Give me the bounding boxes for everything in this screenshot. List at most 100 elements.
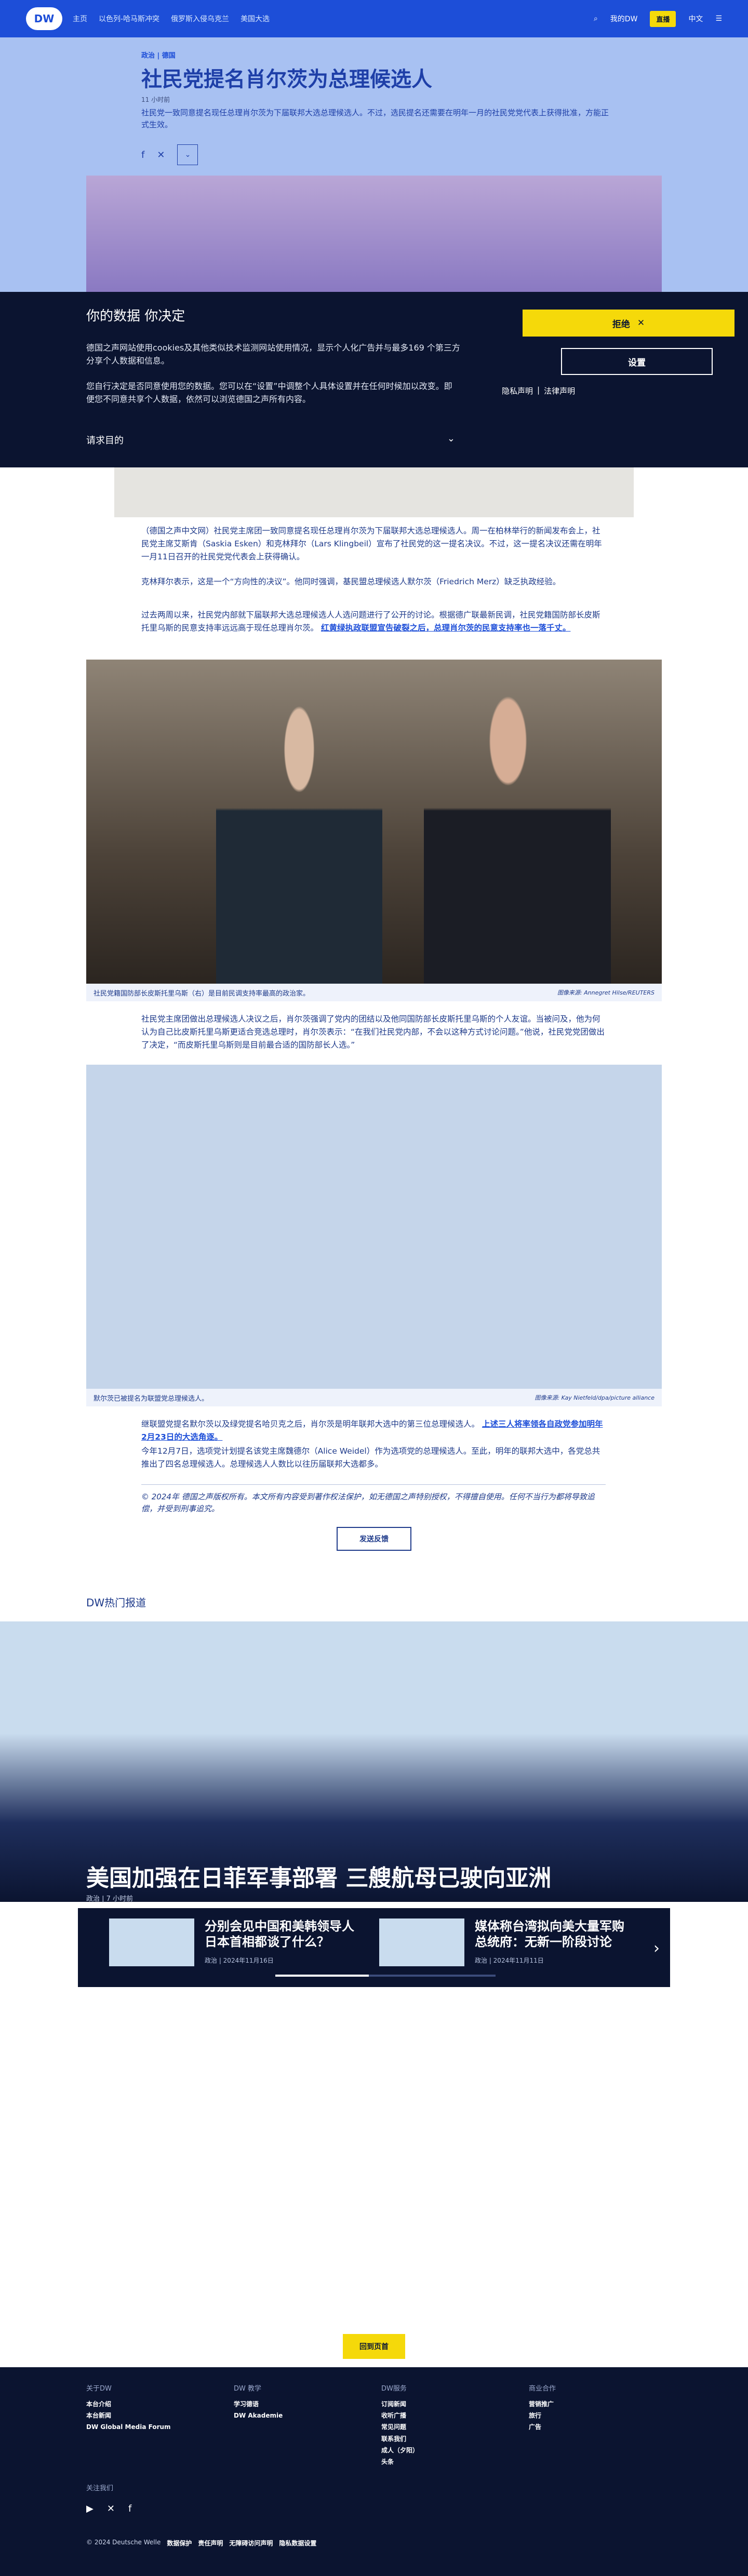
- footer-link[interactable]: DW Akademie: [234, 2410, 283, 2421]
- article-paragraph-1: （德国之声中文网）社民党主席团一致同意提名现任总理肖尔茨为下届联邦大选总理候选人…: [141, 526, 602, 561]
- footer-col-title: DW服务: [381, 2385, 407, 2393]
- purposes-toggle[interactable]: 请求目的 ⌄: [86, 433, 455, 447]
- footer-col-title: 关于DW: [86, 2385, 112, 2393]
- footer-link[interactable]: 旅行: [529, 2410, 556, 2421]
- footer-col-about: 关于DW 本台介绍 本台新闻 DW Global Media Forum: [86, 2383, 171, 2433]
- nav-link-election[interactable]: 美国大选: [241, 14, 270, 24]
- footer-bottom-link[interactable]: 责任声明: [198, 2539, 223, 2547]
- article-paragraph-3: 过去两周以来，社民党内部就下届联邦大选总理候选人人选问题进行了公开的讨论。根据德…: [141, 609, 606, 635]
- x-icon[interactable]: ✕: [157, 150, 165, 160]
- feedback-button[interactable]: 发送反馈: [337, 1527, 411, 1551]
- footer-link[interactable]: 头条: [381, 2456, 419, 2467]
- live-button[interactable]: 直播: [650, 10, 676, 27]
- consent-title: 你的数据 你决定: [86, 308, 185, 324]
- article-paragraph-2: 克林拜尔表示，这是一个“方向性的决议”。他同时强调，基民盟总理候选人默尔茨（Fr…: [141, 577, 561, 586]
- article-paragraph-5: 继联盟党提名默尔茨以及绿党提名哈贝克之后，肖尔茨是明年联邦大选中的第三位总理候选…: [141, 1418, 606, 1444]
- cookie-consent-banner: 你的数据 你决定 德国之声网站使用cookies及其他类似技术监测网站使用情况，…: [0, 292, 748, 467]
- chevron-right-icon[interactable]: ›: [653, 1939, 660, 1957]
- footer-link[interactable]: 广告: [529, 2421, 556, 2433]
- person-pistorius: [424, 680, 611, 984]
- facebook-icon[interactable]: f: [128, 2503, 131, 2514]
- legal-separator: |: [537, 385, 540, 395]
- nav-link-home[interactable]: 主页: [73, 14, 87, 24]
- footer-link[interactable]: 成人（夕阳）: [381, 2445, 419, 2456]
- carousel-progress-fill: [275, 1975, 369, 1977]
- footer-col-services: DW服务 订阅新闻 收听广播 常见问题 联系我们 成人（夕阳） 头条: [381, 2383, 419, 2467]
- footer-bottom-link[interactable]: 数据保护: [167, 2539, 192, 2547]
- image-caption-1: 社民党籍国防部长皮斯托里乌斯（右）是目前民调支持率最高的政治家。 图像来源: A…: [86, 984, 662, 1001]
- nav-link-ukraine[interactable]: 俄罗斯入侵乌克兰: [171, 14, 229, 24]
- close-icon: ✕: [637, 318, 645, 328]
- top-navigation: DW 主页 以色列-哈马斯冲突 俄罗斯入侵乌克兰 美国大选 ⌕ 我的DW 直播 …: [0, 0, 748, 37]
- footer-col-business: 商业合作 营销推广 旅行 广告: [529, 2383, 556, 2433]
- consent-text-1: 德国之声网站使用cookies及其他类似技术监测网站使用情况，显示个人化广告并与…: [86, 343, 460, 366]
- card-meta: 政治 | 2024年11月11日: [475, 1957, 544, 1964]
- x-icon[interactable]: ✕: [107, 2503, 115, 2514]
- reject-button[interactable]: 拒绝 ✕: [523, 310, 734, 337]
- legal-notice-link[interactable]: 法律声明: [544, 385, 575, 396]
- search-icon[interactable]: ⌕: [594, 15, 598, 23]
- footer-link[interactable]: 营销推广: [529, 2398, 556, 2410]
- carousel-progress: [275, 1975, 496, 1977]
- caption-text-2: 默尔茨已被提名为联盟党总理候选人。: [94, 1394, 209, 1403]
- footer-link[interactable]: 本台新闻: [86, 2410, 171, 2421]
- article-inline-link-1[interactable]: 红黄绿执政联盟宣告破裂之后，总理肖尔茨的民意支持率也一落千丈。: [321, 623, 571, 633]
- article-lead: 社民党一致同意提名现任总理肖尔茨为下届联邦大选总理候选人。不过，选民提名还需要在…: [141, 108, 609, 130]
- reject-label: 拒绝: [612, 319, 630, 330]
- language-switch[interactable]: 中文: [688, 14, 703, 24]
- caption-credit-1: 图像来源: Annegret Hilse/REUTERS: [557, 989, 654, 996]
- footer-link[interactable]: 联系我们: [381, 2433, 419, 2445]
- more-share-icon[interactable]: ⌄: [177, 144, 198, 165]
- follow-label: 关注我们: [86, 2485, 114, 2492]
- article-paragraph-6: 今年12月7日，选项党计划提名该党主席魏德尔（Alice Weidel）作为选项…: [141, 1446, 600, 1469]
- ad-placeholder: [114, 467, 634, 517]
- trending-card[interactable]: 分别会见中国和美韩领导人 日本首相都谈了什么？ 政治 | 2024年11月16日: [109, 1918, 366, 1966]
- footer-link[interactable]: 收听广播: [381, 2410, 419, 2421]
- person-scholz: [216, 691, 382, 984]
- article-paragraph-4: 社民党主席团做出总理候选人决议之后，肖尔茨强调了党内的团结以及他同国防部长皮斯托…: [141, 1014, 605, 1050]
- settings-button[interactable]: 设置: [561, 348, 713, 375]
- footer-bottom-link[interactable]: 隐私数据设置: [279, 2539, 316, 2547]
- article-image-2: [86, 1065, 662, 1389]
- dw-logo[interactable]: DW: [26, 7, 62, 30]
- copyright: © 2024 Deutsche Welle: [86, 2539, 161, 2546]
- article-date: 11 小时前: [141, 96, 170, 103]
- footer-link[interactable]: 学习德语: [234, 2398, 283, 2410]
- card-title: 媒体称台湾拟向美大量军购 总统府：无新一阶段讨论: [475, 1919, 624, 1949]
- footer-link[interactable]: 本台介绍: [86, 2398, 171, 2410]
- footer-col-learn: DW 教学 学习德语 DW Akademie: [234, 2383, 283, 2421]
- footer-bottom-link[interactable]: 无障碍访问声明: [229, 2539, 273, 2547]
- chevron-down-icon: ⌄: [447, 433, 455, 444]
- article-paragraph-5-text: 继联盟党提名默尔茨以及绿党提名哈贝克之后，肖尔茨是明年联邦大选中的第三位总理候选…: [141, 1419, 480, 1429]
- my-dw-link[interactable]: 我的DW: [610, 14, 638, 24]
- card-meta: 政治 | 2024年11月16日: [205, 1957, 274, 1964]
- trending-hero-meta: 政治 | 7 小时前: [86, 1895, 133, 1903]
- caption-credit-2: 图像来源: Kay Nietfeld/dpa/picture alliance: [535, 1394, 654, 1401]
- social-links: ▶ ✕ f: [86, 2503, 131, 2514]
- share-bar: f ✕ ⌄: [141, 144, 198, 165]
- card-thumbnail: [109, 1918, 194, 1966]
- youtube-icon[interactable]: ▶: [86, 2503, 94, 2514]
- footer-link[interactable]: DW Global Media Forum: [86, 2421, 171, 2433]
- caption-text-1: 社民党籍国防部长皮斯托里乌斯（右）是目前民调支持率最高的政治家。: [94, 989, 310, 998]
- privacy-link[interactable]: 隐私声明: [502, 385, 533, 396]
- footer: 关于DW 本台介绍 本台新闻 DW Global Media Forum DW …: [0, 2367, 748, 2576]
- card-title: 分别会见中国和美韩领导人 日本首相都谈了什么？: [205, 1919, 354, 1949]
- trending-carousel: 分别会见中国和美韩领导人 日本首相都谈了什么？ 政治 | 2024年11月16日…: [78, 1908, 670, 1987]
- consent-legal-links: 隐私声明 | 法律声明: [502, 385, 575, 396]
- footer-col-title: DW 教学: [234, 2385, 261, 2393]
- purposes-label: 请求目的: [86, 435, 124, 446]
- footer-bottom: © 2024 Deutsche Welle 数据保护 责任声明 无障碍访问声明 …: [86, 2539, 316, 2547]
- footer-link[interactable]: 订阅新闻: [381, 2398, 419, 2410]
- article-image-1: [86, 660, 662, 984]
- back-to-top-button[interactable]: 回到页首: [343, 2334, 405, 2359]
- footer-link[interactable]: 常见问题: [381, 2421, 419, 2433]
- trending-hero-title[interactable]: 美国加强在日菲军事部署 三艘航母已驶向亚洲: [86, 1859, 551, 1893]
- hero-image: [86, 176, 662, 292]
- nav-link-israel[interactable]: 以色列-哈马斯冲突: [99, 14, 159, 24]
- copyright-notice: © 2024年 德国之声版权所有。本文所有内容受到著作权法保护，如无德国之声特别…: [141, 1484, 606, 1515]
- facebook-icon[interactable]: f: [141, 150, 144, 160]
- breadcrumb[interactable]: 政治 | 德国: [141, 50, 176, 60]
- menu-icon[interactable]: ☰: [715, 15, 722, 23]
- trending-card[interactable]: 媒体称台湾拟向美大量军购 总统府：无新一阶段讨论 政治 | 2024年11月11…: [379, 1918, 636, 1966]
